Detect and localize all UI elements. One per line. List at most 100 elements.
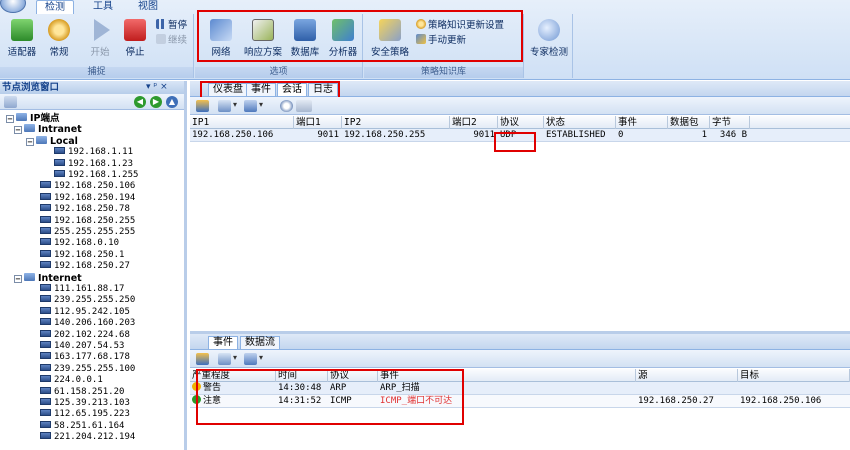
link-icon[interactable] bbox=[296, 100, 312, 112]
pane-controls[interactable]: ▾ ᵖ × bbox=[146, 81, 168, 94]
response-plan-icon bbox=[252, 19, 274, 41]
tree-host-item[interactable]: 192.168.1.255 bbox=[54, 170, 138, 180]
session-column-header[interactable]: IP1 bbox=[190, 116, 294, 129]
tree-host-item[interactable]: 125.39.213.103 bbox=[40, 398, 130, 408]
filter-dropdown-icon[interactable]: ▾ bbox=[259, 100, 263, 109]
forward-icon[interactable]: ▶ bbox=[150, 96, 162, 108]
tree-host-item[interactable]: 192.168.0.10 bbox=[40, 238, 119, 248]
event-row[interactable]: 注意 14:31:52 ICMP ICMP_端口不可达 192.168.250.27 19… bbox=[190, 395, 850, 408]
tab-sessions[interactable]: 会话 bbox=[277, 83, 307, 96]
analyzer-button[interactable]: 分析器 bbox=[325, 17, 361, 63]
tab-tools[interactable]: 工具 bbox=[85, 0, 121, 14]
tree-host-item[interactable]: 192.168.250.106 bbox=[40, 181, 135, 191]
session-tool-icon[interactable] bbox=[196, 100, 209, 112]
tree-group-item[interactable]: − Internet bbox=[14, 272, 82, 283]
tree-host-item[interactable]: 255.255.255.255 bbox=[40, 227, 135, 237]
view-dropdown-icon[interactable]: ▾ bbox=[233, 100, 237, 109]
tree-host-item[interactable]: 192.168.250.1 bbox=[40, 249, 124, 260]
tree-group-item[interactable]: − IP端点 bbox=[6, 113, 60, 124]
tree-host-item[interactable]: 112.65.195.223 bbox=[40, 409, 130, 419]
tree-host-item[interactable]: 61.158.251.20 bbox=[40, 386, 124, 397]
tree-host-item[interactable]: 202.102.224.68 bbox=[40, 329, 130, 340]
session-column-header[interactable]: 数据包 bbox=[668, 116, 710, 129]
session-column-header[interactable]: 端口1 bbox=[294, 116, 342, 129]
view-icon[interactable] bbox=[218, 100, 231, 112]
node-browser-tool-icon[interactable] bbox=[4, 96, 17, 108]
tree-group-item[interactable]: − Intranet bbox=[14, 124, 82, 135]
computer-icon bbox=[40, 420, 51, 428]
computer-icon bbox=[40, 432, 51, 440]
computer-icon bbox=[40, 284, 51, 291]
pause-button[interactable]: 暂停 bbox=[156, 19, 187, 32]
search-icon[interactable] bbox=[280, 100, 293, 112]
tree-host-item[interactable]: 192.168.1.11 bbox=[54, 147, 133, 157]
tree-host-item[interactable]: 58.251.61.164 bbox=[40, 420, 124, 431]
app-menu-button[interactable] bbox=[0, 0, 26, 13]
session-column-header[interactable]: IP2 bbox=[342, 116, 450, 129]
tree-group-item[interactable]: − Local bbox=[26, 135, 78, 146]
tab-logs[interactable]: 日志 bbox=[308, 83, 338, 96]
tree-item-label: 163.177.68.178 bbox=[54, 352, 130, 363]
tree-host-item[interactable]: 239.255.255.250 bbox=[40, 295, 135, 305]
tree-collapse-icon[interactable]: − bbox=[26, 137, 34, 146]
tree-host-item[interactable]: 224.0.0.1 bbox=[40, 375, 103, 385]
session-column-header[interactable]: 事件 bbox=[616, 116, 668, 129]
event-column-header[interactable]: 源 bbox=[636, 369, 738, 382]
session-column-header[interactable]: 状态 bbox=[544, 116, 616, 129]
back-icon[interactable]: ◀ bbox=[134, 96, 146, 108]
session-column-header[interactable]: 字节 bbox=[710, 116, 750, 129]
security-policy-button[interactable]: 安全策略 bbox=[368, 17, 412, 63]
event-table-body: 警告 14:30:48 ARP ARP_扫描 注意 14:31:52 ICMP ICMP_端口… bbox=[190, 382, 850, 408]
tab-event-list[interactable]: 事件 bbox=[208, 336, 238, 349]
session-row[interactable]: 192.168.250.106 9011 192.168.250.255 9011 UD… bbox=[190, 129, 850, 142]
manual-update-button[interactable]: 手动更新 bbox=[416, 34, 466, 47]
tree-collapse-icon[interactable]: − bbox=[6, 115, 14, 123]
event-column-header[interactable]: 严重程度 bbox=[190, 369, 276, 382]
database-button[interactable]: 数据库 bbox=[287, 17, 323, 63]
event-filter-icon[interactable] bbox=[244, 353, 257, 365]
tree-host-item[interactable]: 192.168.250.27 bbox=[40, 261, 130, 271]
tree-host-item[interactable]: 192.168.1.23 bbox=[54, 158, 133, 169]
tree-host-item[interactable]: 140.206.160.203 bbox=[40, 318, 135, 328]
stop-button[interactable]: 停止 bbox=[117, 17, 153, 63]
event-view-dropdown-icon[interactable]: ▾ bbox=[233, 353, 237, 362]
response-plan-button[interactable]: 响应方案 bbox=[241, 17, 285, 63]
expert-detect-button[interactable]: 专家检测 bbox=[527, 17, 571, 63]
tree-host-item[interactable]: 163.177.68.178 bbox=[40, 352, 130, 362]
tree-host-item[interactable]: 111.161.88.17 bbox=[40, 284, 124, 294]
event-column-header[interactable]: 时间 bbox=[276, 369, 328, 382]
tree-collapse-icon[interactable]: − bbox=[14, 126, 22, 135]
tree-host-item[interactable]: 140.207.54.53 bbox=[40, 341, 124, 351]
resume-button[interactable]: 继续 bbox=[156, 34, 187, 47]
ribbon-tab-bar: 检测 工具 视图 bbox=[0, 0, 850, 14]
tree-host-item[interactable]: 112.95.242.105 bbox=[40, 306, 130, 317]
up-icon[interactable]: ▲ bbox=[166, 96, 178, 108]
session-column-header[interactable]: 端口2 bbox=[450, 116, 498, 129]
tab-detect[interactable]: 检测 bbox=[36, 0, 74, 14]
policy-update-settings-button[interactable]: 策略知识更新设置 bbox=[416, 19, 504, 32]
tree-host-item[interactable]: 239.255.255.100 bbox=[40, 363, 135, 374]
event-view-icon[interactable] bbox=[218, 353, 231, 365]
tree-collapse-icon[interactable]: − bbox=[14, 274, 22, 283]
event-tool-icon[interactable] bbox=[196, 353, 209, 365]
filter-icon[interactable] bbox=[244, 100, 257, 112]
network-button[interactable]: 网络 bbox=[203, 17, 239, 63]
tab-dashboard[interactable]: 仪表盘 bbox=[208, 83, 248, 96]
tab-view[interactable]: 视图 bbox=[130, 0, 166, 14]
session-column-header[interactable]: 协议 bbox=[498, 116, 544, 129]
event-column-header[interactable]: 目标 bbox=[738, 369, 850, 382]
tree-host-item[interactable]: 192.168.250.194 bbox=[40, 192, 135, 203]
settings-icon bbox=[416, 19, 426, 29]
tree-host-item[interactable]: 221.204.212.194 bbox=[40, 432, 135, 442]
tab-events[interactable]: 事件 bbox=[246, 83, 276, 96]
event-row[interactable]: 警告 14:30:48 ARP ARP_扫描 bbox=[190, 382, 850, 395]
tree-host-item[interactable]: 192.168.250.255 bbox=[40, 215, 135, 226]
general-button[interactable]: 常规 bbox=[41, 17, 77, 63]
adapter-button[interactable]: 适配器 bbox=[4, 17, 40, 63]
event-column-header[interactable]: 协议 bbox=[328, 369, 378, 382]
start-button[interactable]: 开始 bbox=[82, 17, 118, 63]
tab-data-flow[interactable]: 数据流 bbox=[240, 336, 280, 349]
event-filter-dropdown-icon[interactable]: ▾ bbox=[259, 353, 263, 362]
tree-host-item[interactable]: 192.168.250.78 bbox=[40, 204, 130, 214]
event-column-header[interactable]: 事件 bbox=[378, 369, 636, 382]
